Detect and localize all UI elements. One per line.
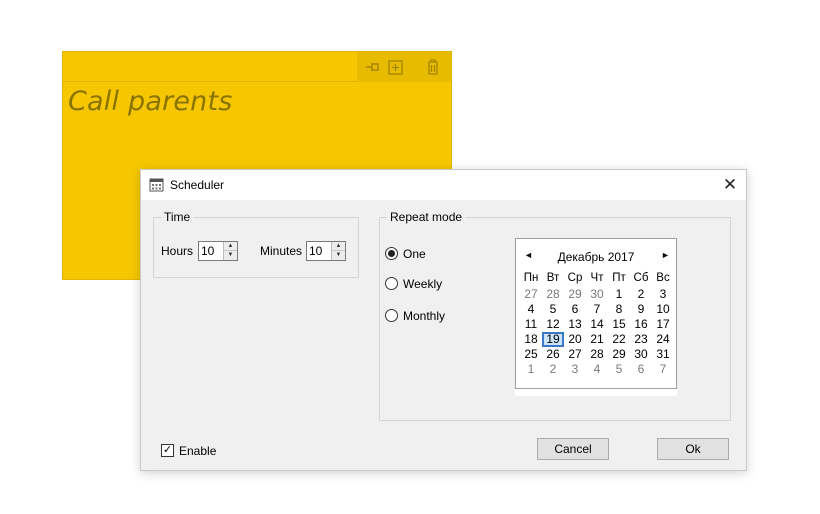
calendar-day[interactable]: 17 — [652, 317, 674, 332]
calendar-day[interactable]: 9 — [630, 302, 652, 317]
calendar-day[interactable]: 4 — [520, 302, 542, 317]
calendar-day[interactable]: 30 — [586, 287, 608, 302]
calendar-day[interactable]: 3 — [652, 287, 674, 302]
enable-checkbox[interactable]: ✓ — [161, 444, 174, 457]
calendar-day[interactable]: 26 — [542, 347, 564, 362]
scheduler-dialog: Scheduler ✕ Time Hours 10 ▲ ▼ Minutes 10… — [140, 169, 747, 471]
calendar-wrapper: ◄ Декабрь 2017 ► Пн Вт Ср Чт Пт Сб Вс 27 28 29 30 1… — [515, 238, 677, 396]
minutes-up-button[interactable]: ▲ — [332, 242, 345, 251]
enable-label[interactable]: Enable — [179, 444, 216, 458]
minutes-stepper[interactable]: 10 ▲ ▼ — [306, 241, 346, 261]
close-button[interactable]: ✕ — [714, 170, 746, 200]
calendar-day[interactable]: 4 — [586, 362, 608, 377]
minutes-label: Minutes — [260, 244, 303, 258]
time-group-label: Time — [161, 210, 194, 224]
weekday-header: Пн — [523, 272, 539, 284]
hours-up-button[interactable]: ▲ — [224, 242, 237, 251]
calendar-day[interactable]: 5 — [542, 302, 564, 317]
repeat-mode-label: Repeat mode — [387, 210, 466, 224]
hours-label: Hours — [161, 244, 194, 258]
radio-monthly[interactable] — [385, 309, 398, 322]
calendar-day[interactable]: 27 — [520, 287, 542, 302]
calendar-day[interactable]: 3 — [564, 362, 586, 377]
cancel-button[interactable]: Cancel — [537, 438, 609, 460]
calendar-day[interactable]: 2 — [542, 362, 564, 377]
calendar-day[interactable]: 12 — [542, 317, 564, 332]
calendar-day[interactable]: 24 — [652, 332, 674, 347]
calendar-day[interactable]: 25 — [520, 347, 542, 362]
calendar-day[interactable]: 7 — [652, 362, 674, 377]
dialog-title: Scheduler — [170, 178, 225, 192]
calendar-day[interactable]: 6 — [564, 302, 586, 317]
calendar-day[interactable]: 29 — [608, 347, 630, 362]
ok-button[interactable]: Ok — [657, 438, 729, 460]
radio-one-label[interactable]: One — [403, 247, 426, 261]
hours-value[interactable]: 10 — [201, 244, 214, 258]
hours-stepper[interactable]: 10 ▲ ▼ — [198, 241, 238, 261]
hours-spin-buttons: ▲ ▼ — [223, 242, 237, 260]
weekday-header: Чт — [590, 272, 604, 284]
calendar-day[interactable]: 1 — [520, 362, 542, 377]
calendar-day[interactable]: 18 — [520, 332, 542, 347]
calendar-day[interactable]: 29 — [564, 287, 586, 302]
weekday-header: Вс — [656, 272, 670, 284]
calendar-title[interactable]: Декабрь 2017 — [516, 250, 676, 264]
calendar-day[interactable]: 22 — [608, 332, 630, 347]
weekday-header: Вт — [546, 272, 560, 284]
radio-monthly-label[interactable]: Monthly — [403, 309, 445, 323]
radio-one[interactable] — [385, 247, 398, 260]
pin-icon[interactable] — [363, 57, 383, 77]
calendar-day[interactable]: 13 — [564, 317, 586, 332]
calendar-day[interactable]: 7 — [586, 302, 608, 317]
radio-weekly[interactable] — [385, 277, 398, 290]
weekday-header: Ср — [567, 272, 583, 284]
calendar-day[interactable]: 5 — [608, 362, 630, 377]
calendar-icon — [149, 177, 164, 192]
calendar-day[interactable]: 2 — [630, 287, 652, 302]
title-bar[interactable]: Scheduler ✕ — [141, 170, 746, 200]
minutes-value[interactable]: 10 — [309, 244, 322, 258]
calendar-day[interactable]: 30 — [630, 347, 652, 362]
calendar-day[interactable]: 11 — [520, 317, 542, 332]
calendar-day[interactable]: 28 — [586, 347, 608, 362]
calendar-day[interactable]: 6 — [630, 362, 652, 377]
radio-weekly-label[interactable]: Weekly — [403, 277, 442, 291]
weekday-header: Пт — [612, 272, 626, 284]
calendar-day[interactable]: 14 — [586, 317, 608, 332]
calendar-day[interactable]: 15 — [608, 317, 630, 332]
add-icon[interactable] — [386, 57, 406, 77]
calendar-day[interactable]: 16 — [630, 317, 652, 332]
calendar-day[interactable]: 27 — [564, 347, 586, 362]
calendar-day[interactable]: 1 — [608, 287, 630, 302]
calendar-day[interactable]: 20 — [564, 332, 586, 347]
calendar-day[interactable]: 21 — [586, 332, 608, 347]
calendar-day[interactable]: 31 — [652, 347, 674, 362]
note-toolbar — [63, 52, 451, 82]
month-calendar[interactable]: ◄ Декабрь 2017 ► Пн Вт Ср Чт Пт Сб Вс 27 28 29 30 1… — [515, 238, 677, 389]
calendar-day[interactable]: 10 — [652, 302, 674, 317]
note-tools — [357, 52, 451, 82]
note-text[interactable]: Call parents — [68, 86, 233, 117]
weekday-header: Сб — [633, 272, 649, 284]
minutes-spin-buttons: ▲ ▼ — [331, 242, 345, 260]
minutes-down-button[interactable]: ▼ — [332, 251, 345, 260]
next-month-button[interactable]: ► — [661, 250, 670, 260]
calendar-day[interactable]: 19 — [542, 332, 564, 347]
hours-down-button[interactable]: ▼ — [224, 251, 237, 260]
calendar-day[interactable]: 23 — [630, 332, 652, 347]
trash-icon[interactable] — [423, 57, 443, 77]
calendar-day[interactable]: 28 — [542, 287, 564, 302]
calendar-day[interactable]: 8 — [608, 302, 630, 317]
